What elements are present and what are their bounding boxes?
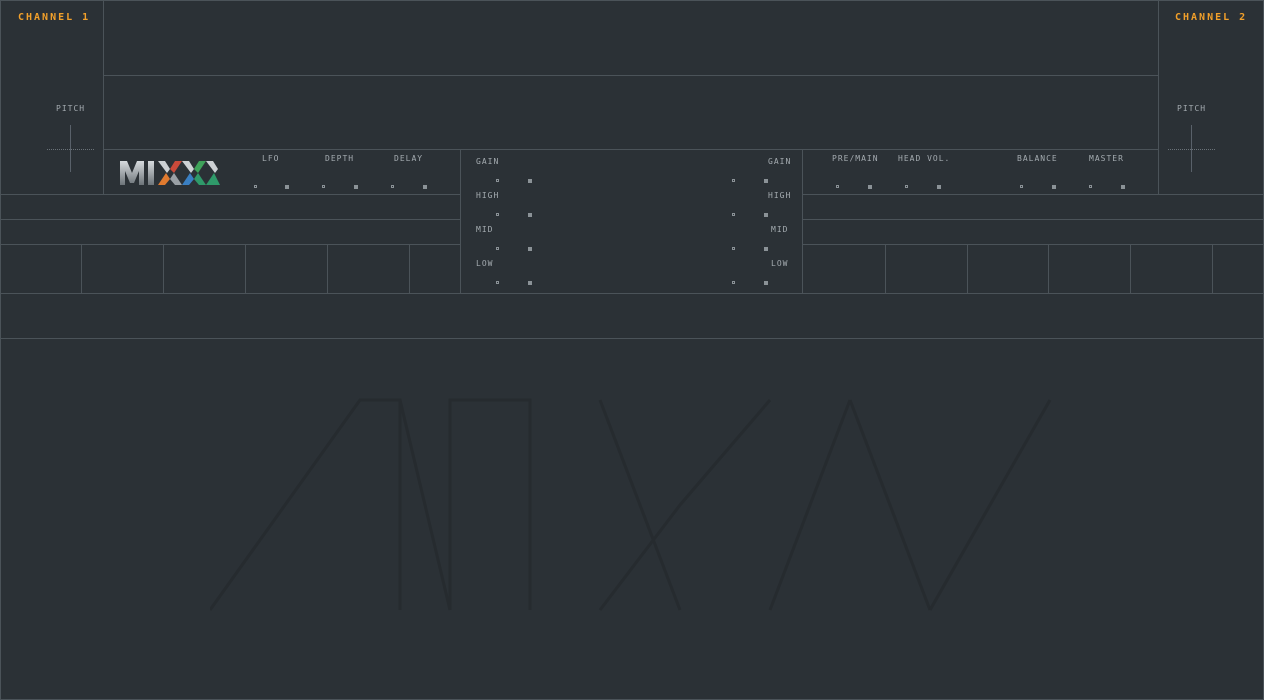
right-row-divider-1 xyxy=(802,194,1264,195)
waveform-deck1[interactable] xyxy=(103,0,1159,76)
delay-knob-deck2[interactable] xyxy=(423,185,427,189)
balance-label: BALANCE xyxy=(1017,154,1058,163)
eq-left-high-knob-b[interactable] xyxy=(528,213,532,217)
deck1-side-panel xyxy=(0,0,104,195)
eq-right-high-knob[interactable] xyxy=(732,213,735,216)
left-row-divider-1 xyxy=(0,194,461,195)
eq-left-low-knob[interactable] xyxy=(496,281,499,284)
deck1-channel-label: CHANNEL 1 xyxy=(18,12,91,23)
eq-left-mid-knob-b[interactable] xyxy=(528,247,532,251)
mixxx-watermark-logo xyxy=(210,398,1052,611)
eq-left-gain-label: GAIN xyxy=(476,157,500,166)
master-label: MASTER xyxy=(1089,154,1124,163)
left-row-divider-2 xyxy=(0,219,461,220)
eq-left-high-label: HIGH xyxy=(476,191,500,200)
deck2-pitch-center-line xyxy=(1191,125,1192,172)
flanger-delay-label: DELAY xyxy=(394,154,424,163)
head-vol-knob[interactable] xyxy=(905,185,908,188)
left-cell-divider xyxy=(327,244,328,294)
crossfader-strip-top xyxy=(0,293,1264,294)
deck2-pitch-label: PITCH xyxy=(1177,104,1207,113)
left-cell-divider xyxy=(163,244,164,294)
pre-main-knob-b[interactable] xyxy=(868,185,872,189)
eq-right-low-knob-b[interactable] xyxy=(764,281,768,285)
deck1-pitch-center-line xyxy=(70,125,71,172)
right-cell-divider xyxy=(885,244,886,294)
eq-panel xyxy=(460,149,803,294)
balance-knob[interactable] xyxy=(1020,185,1023,188)
eq-left-high-knob[interactable] xyxy=(496,213,499,216)
right-row-divider-3 xyxy=(802,244,1264,245)
eq-left-low-label: LOW xyxy=(476,259,494,268)
deck2-channel-label: CHANNEL 2 xyxy=(1175,12,1248,23)
eq-right-low-knob[interactable] xyxy=(732,281,735,284)
depth-knob-deck1[interactable] xyxy=(322,185,325,188)
lfo-knob-deck2[interactable] xyxy=(285,185,289,189)
lfo-knob-deck1[interactable] xyxy=(254,185,257,188)
left-cell-divider xyxy=(245,244,246,294)
right-cell-divider xyxy=(967,244,968,294)
mixxx-logo xyxy=(120,161,220,185)
master-knob-b[interactable] xyxy=(1121,185,1125,189)
eq-right-gain-label: GAIN xyxy=(768,157,792,166)
deck2-side-panel xyxy=(1158,0,1264,195)
right-cell-divider xyxy=(1212,244,1213,294)
delay-knob-deck1[interactable] xyxy=(391,185,394,188)
flanger-lfo-label: LFO xyxy=(262,154,280,163)
depth-knob-deck2[interactable] xyxy=(354,185,358,189)
eq-right-high-label: HIGH xyxy=(768,191,792,200)
pre-main-label: PRE/MAIN xyxy=(832,154,879,163)
left-cell-divider xyxy=(81,244,82,294)
eq-left-gain-knob[interactable] xyxy=(496,179,499,182)
pre-main-knob[interactable] xyxy=(836,185,839,188)
eq-left-gain-knob-b[interactable] xyxy=(528,179,532,183)
flanger-depth-label: DEPTH xyxy=(325,154,355,163)
deck1-pitch-label: PITCH xyxy=(56,104,86,113)
eq-right-mid-knob[interactable] xyxy=(732,247,735,250)
eq-right-high-knob-b[interactable] xyxy=(764,213,768,217)
head-vol-knob-b[interactable] xyxy=(937,185,941,189)
waveform-deck2[interactable] xyxy=(103,75,1159,150)
eq-left-mid-knob[interactable] xyxy=(496,247,499,250)
eq-right-mid-knob-b[interactable] xyxy=(764,247,768,251)
eq-right-mid-label: MID xyxy=(771,225,789,234)
eq-right-gain-knob[interactable] xyxy=(732,179,735,182)
balance-knob-b[interactable] xyxy=(1052,185,1056,189)
head-vol-label: HEAD VOL. xyxy=(898,154,951,163)
left-cell-divider xyxy=(409,244,410,294)
right-row-divider-2 xyxy=(802,219,1264,220)
eq-left-low-knob-b[interactable] xyxy=(528,281,532,285)
right-cell-divider xyxy=(1048,244,1049,294)
eq-right-gain-knob-b[interactable] xyxy=(764,179,768,183)
crossfader-strip-bottom xyxy=(0,338,1264,339)
left-row-divider-3 xyxy=(0,244,461,245)
eq-left-mid-label: MID xyxy=(476,225,494,234)
right-cell-divider xyxy=(1130,244,1131,294)
eq-right-low-label: LOW xyxy=(771,259,789,268)
master-knob[interactable] xyxy=(1089,185,1092,188)
